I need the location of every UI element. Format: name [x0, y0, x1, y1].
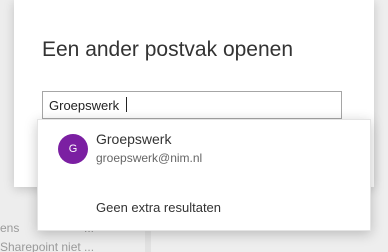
background-text: ens: [0, 221, 20, 235]
dialog-title: Een ander postvak openen: [42, 38, 294, 61]
mailbox-search-input[interactable]: [42, 91, 342, 119]
avatar: G: [58, 134, 88, 164]
text-caret: [126, 97, 127, 112]
suggestion-item[interactable]: G Groepswerk groepswerk@nim.nl: [38, 120, 370, 178]
background-text: Sharepoint niet ...: [0, 240, 95, 252]
suggestions-dropdown: G Groepswerk groepswerk@nim.nl Geen extr…: [37, 119, 371, 231]
suggestion-name: Groepswerk: [96, 131, 172, 147]
screen: ens Sharepoint niet ... ... Een ander po…: [0, 0, 388, 252]
no-more-results-label: Geen extra resultaten: [96, 200, 222, 215]
suggestion-email: groepswerk@nim.nl: [96, 151, 203, 165]
